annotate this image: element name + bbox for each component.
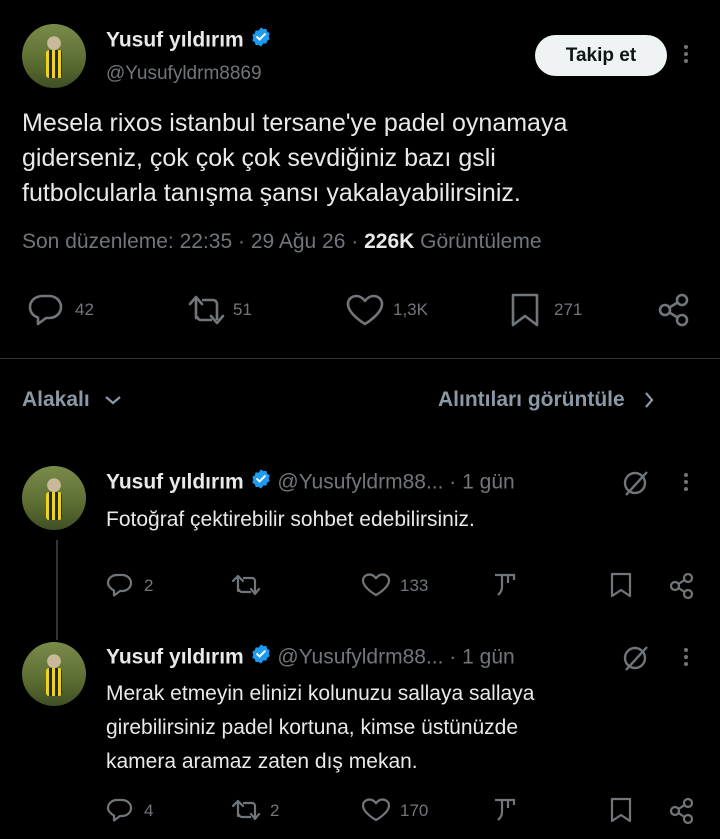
like-count: 133 xyxy=(400,576,429,595)
share-icon[interactable] xyxy=(668,797,696,825)
grok-icon[interactable] xyxy=(620,468,652,498)
reply-count: 2 xyxy=(144,576,154,595)
reply-author-name[interactable]: Yusuf yıldırım xyxy=(106,646,244,669)
more-options-icon[interactable] xyxy=(676,646,696,668)
share-icon[interactable] xyxy=(668,572,696,600)
reply-text-line: kamera aramaz zaten dış mekan. xyxy=(106,750,418,773)
author-avatar[interactable] xyxy=(22,24,86,88)
retweet-icon[interactable] xyxy=(230,797,264,823)
tweet-text-line: futbolcularla tanışma şansı yakalayabili… xyxy=(22,179,521,207)
grok-icon[interactable] xyxy=(620,643,652,673)
views-stats-icon[interactable] xyxy=(492,797,518,823)
like-icon[interactable] xyxy=(361,797,391,823)
reply-author-name[interactable]: Yusuf yıldırım xyxy=(106,471,244,494)
author-name-row[interactable]: Yusuf yıldırım xyxy=(106,26,272,56)
tweet-text-line: giderseniz, çok çok çok sevdiğiniz bazı … xyxy=(22,144,496,172)
chevron-right-icon[interactable] xyxy=(643,391,655,409)
bookmark-count: 271 xyxy=(554,300,583,319)
like-icon[interactable] xyxy=(345,293,385,327)
share-icon[interactable] xyxy=(656,292,692,328)
verified-badge-icon xyxy=(250,468,272,498)
divider xyxy=(0,358,720,359)
thread-connector xyxy=(56,540,58,640)
like-count: 170 xyxy=(400,801,429,820)
views-count: 226K xyxy=(364,230,415,253)
sort-dropdown[interactable]: Alakalı xyxy=(22,388,122,412)
views-stats-icon[interactable] xyxy=(492,572,518,598)
like-count: 1,3K xyxy=(393,300,428,319)
reply-text-line: Merak etmeyin elinizi kolunuzu sallaya s… xyxy=(106,682,535,705)
reply-text: Fotoğraf çektirebilir sohbet edebilirsin… xyxy=(106,504,475,536)
retweet-icon[interactable] xyxy=(230,572,264,598)
sort-label[interactable]: Alakalı xyxy=(22,388,90,411)
tweet-text: Mesela rixos istanbul tersane'ye padel o… xyxy=(22,106,567,211)
tweet-text-line: Mesela rixos istanbul tersane'ye padel o… xyxy=(22,109,568,137)
reply-time[interactable]: · 1 gün xyxy=(449,646,514,669)
reply-header: Yusuf yıldırım @Yusufyldrm88... · 1 gün xyxy=(106,468,515,498)
bookmark-icon[interactable] xyxy=(609,797,633,823)
more-options-icon[interactable] xyxy=(676,471,696,493)
retweet-count: 2 xyxy=(270,801,280,820)
retweet-count: 51 xyxy=(233,300,252,319)
bookmark-icon[interactable] xyxy=(609,572,633,598)
reply-icon[interactable] xyxy=(27,292,65,328)
reply-text-line: Fotoğraf çektirebilir sohbet edebilirsin… xyxy=(106,508,475,531)
reply-handle[interactable]: @Yusufyldrm88... xyxy=(277,471,443,494)
reply-avatar[interactable] xyxy=(22,642,86,706)
follow-button[interactable]: Takip et xyxy=(535,35,667,76)
retweet-icon[interactable] xyxy=(186,292,228,328)
view-quotes-link[interactable]: Alıntıları görüntüle xyxy=(438,388,655,412)
reply-icon[interactable] xyxy=(106,572,134,598)
author-handle[interactable]: @Yusufyldrm8869 xyxy=(106,61,262,87)
views-label: Görüntüleme xyxy=(420,230,542,253)
author-name[interactable]: Yusuf yıldırım xyxy=(106,29,244,52)
reply-avatar[interactable] xyxy=(22,466,86,530)
reply-time[interactable]: · 1 gün xyxy=(449,471,514,494)
reply-text-line: girebilirsiniz padel kortuna, kimse üstü… xyxy=(106,716,519,739)
verified-badge-icon xyxy=(250,643,272,673)
bookmark-icon[interactable] xyxy=(509,292,541,328)
reply-count: 42 xyxy=(75,300,94,319)
reply-header: Yusuf yıldırım @Yusufyldrm88... · 1 gün xyxy=(106,643,515,673)
tweet-meta: Son düzenleme: 22:35 · 29 Ağu 26 · 226K … xyxy=(22,228,542,256)
verified-badge-icon xyxy=(250,26,272,56)
chevron-down-icon[interactable] xyxy=(104,394,122,406)
view-quotes-label[interactable]: Alıntıları görüntüle xyxy=(438,388,625,411)
reply-text: Merak etmeyin elinizi kolunuzu sallaya s… xyxy=(106,677,534,779)
reply-count: 4 xyxy=(144,801,154,820)
reply-icon[interactable] xyxy=(106,797,134,823)
like-icon[interactable] xyxy=(361,572,391,598)
reply-handle[interactable]: @Yusufyldrm88... xyxy=(277,646,443,669)
edited-timestamp[interactable]: Son düzenleme: 22:35 · 29 Ağu 26 · xyxy=(22,230,358,253)
more-options-icon[interactable] xyxy=(676,43,696,65)
